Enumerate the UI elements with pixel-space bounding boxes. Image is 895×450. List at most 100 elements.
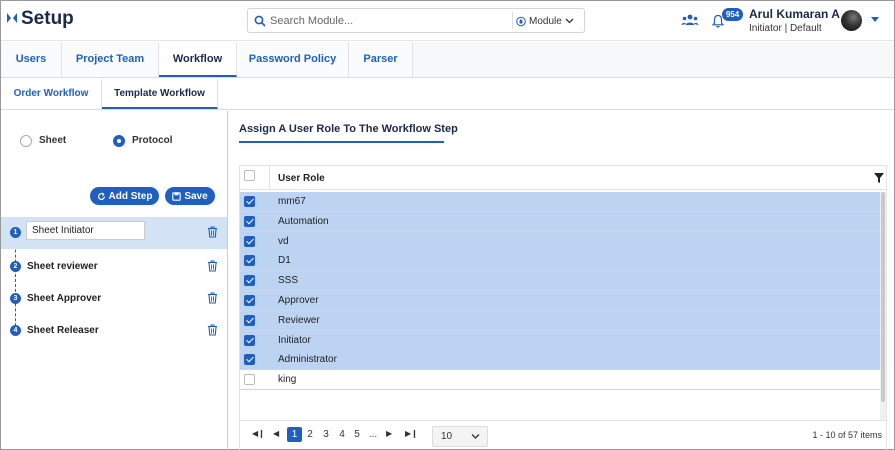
user-role-cell: SSS <box>278 275 299 287</box>
workflow-sub-tabs: Order Workflow Template Workflow <box>1 79 894 110</box>
table-row[interactable]: Initiator <box>240 330 886 351</box>
tab-workflow[interactable]: Workflow <box>159 42 237 77</box>
user-role-cell: Reviewer <box>278 314 320 326</box>
table-row[interactable]: D1 <box>240 251 886 272</box>
team-icon[interactable] <box>681 13 699 27</box>
collapse-menu-icon[interactable] <box>7 12 17 24</box>
first-page-icon[interactable]: ◀❙ <box>252 429 265 438</box>
radio-sheet-label: Sheet <box>39 135 67 146</box>
save-icon <box>172 191 182 201</box>
workflow-steps-panel: Sheet Protocol Add Step Save 1 2 Sheet r… <box>1 111 228 450</box>
filter-icon[interactable] <box>874 173 884 183</box>
step-label: Sheet Approver <box>27 293 102 304</box>
tab-password-policy[interactable]: Password Policy <box>237 42 349 77</box>
row-checkbox[interactable] <box>244 334 255 346</box>
module-search: Module <box>247 8 585 33</box>
user-role-cell: D1 <box>278 255 291 267</box>
row-checkbox[interactable] <box>244 314 255 326</box>
grid-header: User Role <box>240 166 886 190</box>
delete-icon[interactable] <box>207 226 218 238</box>
tab-parser[interactable]: Parser <box>349 42 413 77</box>
table-row[interactable]: vd <box>240 231 886 252</box>
page-number[interactable]: 5 <box>350 429 364 440</box>
step-number: 3 <box>10 293 21 304</box>
last-page-icon[interactable]: ▶❙ <box>405 429 418 438</box>
page-number[interactable]: 4 <box>335 429 349 440</box>
items-count: 1 - 10 of 57 items <box>812 430 882 440</box>
page-number[interactable]: 3 <box>319 429 333 440</box>
step-row[interactable]: 1 <box>1 217 227 249</box>
step-number: 2 <box>10 261 21 272</box>
grid-scrollbar[interactable] <box>880 192 886 420</box>
user-role-cell: Administrator <box>278 354 337 366</box>
main-tabs: Users Project Team Workflow Password Pol… <box>1 42 894 78</box>
user-menu-caret-icon[interactable] <box>871 17 879 22</box>
radio-sheet[interactable] <box>20 135 32 147</box>
add-step-button[interactable]: Add Step <box>90 187 159 205</box>
user-role-grid: User Role mm67 Automation vd D1 SSS Approver R… <box>239 165 887 450</box>
page-number[interactable]: 2 <box>303 429 317 440</box>
add-step-label: Add Step <box>108 190 153 202</box>
row-checkbox[interactable] <box>244 374 255 386</box>
prev-page-icon[interactable]: ◀ <box>273 429 279 438</box>
delete-icon[interactable] <box>207 292 218 304</box>
column-header-user-role: User Role <box>278 173 325 184</box>
user-role-cell: vd <box>278 235 289 247</box>
page-number[interactable]: 1 <box>287 427 302 442</box>
user-role-cell: Approver <box>278 295 319 306</box>
next-page-icon[interactable]: ▶ <box>386 429 392 438</box>
table-row[interactable]: king <box>240 370 886 391</box>
row-checkbox[interactable] <box>244 235 255 247</box>
save-label: Save <box>184 190 208 202</box>
row-checkbox[interactable] <box>244 215 255 227</box>
search-divider <box>512 12 513 29</box>
scroll-thumb[interactable] <box>881 192 885 402</box>
delete-icon[interactable] <box>207 260 218 272</box>
table-row[interactable]: Automation <box>240 211 886 232</box>
page-number[interactable]: ... <box>366 429 380 440</box>
delete-icon[interactable] <box>207 324 218 336</box>
row-checkbox[interactable] <box>244 255 255 267</box>
radio-protocol[interactable] <box>113 135 125 147</box>
avatar[interactable] <box>841 10 862 31</box>
step-row[interactable]: 4 Sheet Releaser <box>1 315 227 347</box>
user-role-cell: Initiator <box>278 334 311 346</box>
refresh-icon <box>97 192 105 200</box>
step-row[interactable]: 3 Sheet Approver <box>1 283 227 315</box>
tab-order-workflow[interactable]: Order Workflow <box>1 79 102 109</box>
search-input[interactable] <box>270 12 510 29</box>
page-size-select[interactable]: 10 <box>432 426 488 447</box>
step-name-input[interactable] <box>26 221 145 240</box>
select-all-checkbox[interactable] <box>244 170 255 181</box>
step-row[interactable]: 2 Sheet reviewer <box>1 251 227 283</box>
tab-project-team[interactable]: Project Team <box>62 42 159 77</box>
section-title: Assign A User Role To The Workflow Step <box>239 123 458 135</box>
chevron-down-icon <box>565 18 574 24</box>
table-row[interactable]: Approver <box>240 291 886 311</box>
chevron-down-icon <box>471 434 480 439</box>
tab-template-workflow[interactable]: Template Workflow <box>102 79 218 109</box>
step-label: Sheet Releaser <box>27 325 99 336</box>
section-underline <box>239 141 444 143</box>
table-row[interactable]: Administrator <box>240 350 886 371</box>
tab-users[interactable]: Users <box>1 42 62 77</box>
row-checkbox[interactable] <box>244 196 255 207</box>
column-divider <box>269 166 270 190</box>
page-size-value: 10 <box>441 431 453 442</box>
step-number: 1 <box>10 227 21 238</box>
row-checkbox[interactable] <box>244 354 255 366</box>
page-title: Setup <box>21 8 74 29</box>
step-number: 4 <box>10 325 21 336</box>
user-name: Arul Kumaran A <box>749 7 840 21</box>
row-checkbox[interactable] <box>244 275 255 287</box>
table-row[interactable]: Reviewer <box>240 310 886 331</box>
notification-badge[interactable]: 954 <box>722 8 743 21</box>
table-row[interactable]: mm67 <box>240 192 886 212</box>
radio-protocol-label: Protocol <box>132 135 173 146</box>
module-dropdown[interactable]: Module <box>516 12 582 30</box>
table-row[interactable]: SSS <box>240 271 886 292</box>
app-header: Setup Module 954 Arul Kumaran A <box>1 1 894 41</box>
save-button[interactable]: Save <box>165 187 215 205</box>
module-label: Module <box>529 15 562 27</box>
row-checkbox[interactable] <box>244 295 255 306</box>
